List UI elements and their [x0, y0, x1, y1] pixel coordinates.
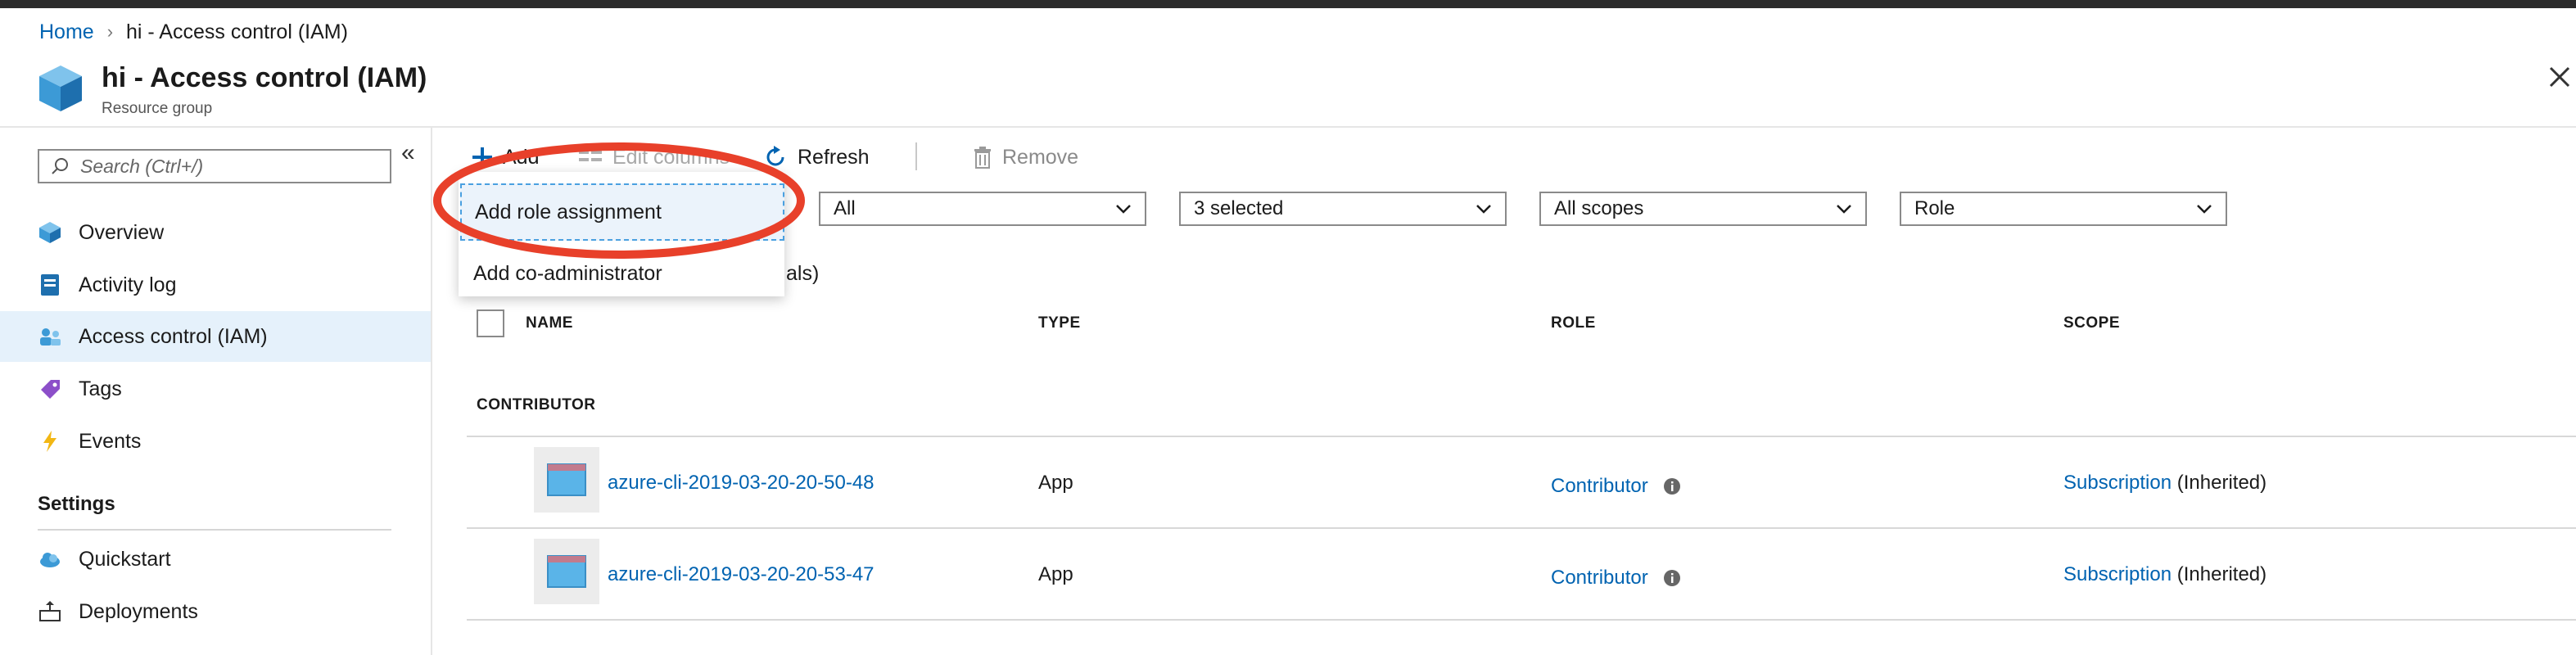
resource-group-icon [39, 66, 82, 111]
cloud-icon [38, 547, 62, 571]
search-input[interactable] [79, 154, 377, 178]
search-icon [52, 158, 68, 174]
info-icon[interactable] [1663, 569, 1681, 587]
sidebar-item-label: Events [79, 429, 142, 453]
row-divider [467, 436, 2576, 437]
scope-suffix: (Inherited) [2172, 472, 2267, 494]
chevron-down-icon [1837, 205, 1851, 214]
row-scope-cell: Subscription (Inherited) [2063, 472, 2266, 495]
chevron-down-icon [2197, 205, 2212, 214]
sidebar-item-label: Overview [79, 220, 165, 244]
remove-button[interactable]: Remove [973, 141, 1078, 174]
trash-icon [974, 147, 991, 169]
refresh-label: Refresh [798, 145, 870, 169]
scope-suffix: (Inherited) [2172, 563, 2267, 585]
filter-type-dropdown[interactable]: All [819, 192, 1146, 226]
row-name-link[interactable]: azure-cli-2019-03-20-20-50-48 [608, 472, 874, 495]
sidebar-item-label: Deployments [79, 599, 198, 623]
highlight-ellipse [433, 142, 805, 259]
filter-assignments-dropdown[interactable]: 3 selected [1179, 192, 1507, 226]
breadcrumb-home-link[interactable]: Home [39, 20, 94, 44]
breadcrumb-current: hi - Access control (IAM) [126, 20, 348, 43]
tag-icon [38, 377, 62, 401]
dropdown-value: All scopes [1554, 197, 1644, 219]
deployments-icon [38, 599, 62, 624]
filter-group-by-dropdown[interactable]: Role [1900, 192, 2227, 226]
row-type: App [1038, 472, 1073, 494]
sidebar-item-activity-log[interactable]: Activity log [0, 260, 431, 310]
settings-heading: Settings [38, 493, 115, 515]
breadcrumb: Home › hi - Access control (IAM) [39, 18, 348, 46]
chevron-down-icon [1116, 205, 1131, 214]
select-all-checkbox[interactable] [477, 309, 504, 337]
dropdown-value: 3 selected [1194, 197, 1284, 219]
sidebar-item-tags[interactable]: Tags [0, 364, 431, 414]
sidebar-item-overview[interactable]: Overview [0, 207, 431, 258]
group-heading: CONTRIBUTOR [477, 396, 596, 413]
app-icon [534, 447, 599, 513]
sidebar-item-quickstart[interactable]: Quickstart [0, 534, 431, 585]
row-role-link[interactable]: Contributor [1551, 475, 1648, 498]
info-icon[interactable] [1663, 477, 1681, 495]
row-role-link[interactable]: Contributor [1551, 567, 1648, 590]
remove-label: Remove [1002, 145, 1079, 169]
page-subtitle: Resource group [102, 100, 213, 117]
column-header-type[interactable]: TYPE [1038, 314, 1081, 332]
dropdown-value: Role [1914, 197, 1955, 219]
overview-icon [38, 220, 62, 245]
sidebar-item-events[interactable]: Events [0, 416, 431, 467]
breadcrumb-separator: › [106, 21, 114, 42]
row-divider [467, 527, 2576, 529]
row-role-cell: Contributor [1551, 475, 1681, 498]
iam-icon [38, 324, 62, 349]
column-header-role[interactable]: ROLE [1551, 314, 1596, 332]
scope-link[interactable]: Subscription [2063, 472, 2172, 494]
row-type: App [1038, 563, 1073, 585]
column-header-scope[interactable]: SCOPE [2063, 314, 2120, 332]
top-bar [0, 0, 2576, 8]
sidebar-item-deployments[interactable]: Deployments [0, 586, 431, 637]
row-scope-cell: Subscription (Inherited) [2063, 563, 2266, 586]
scope-link[interactable]: Subscription [2063, 563, 2172, 585]
sidebar-item-label: Tags [79, 377, 122, 400]
toolbar-divider [915, 142, 917, 170]
row-role-cell: Contributor [1551, 567, 1681, 590]
sidebar-item-label: Quickstart [79, 547, 171, 571]
activity-log-icon [38, 273, 62, 297]
sidebar-item-access-control[interactable]: Access control (IAM) [0, 311, 431, 362]
page-title: hi - Access control (IAM) [102, 62, 427, 93]
results-count-text: als) [786, 262, 820, 285]
close-icon[interactable] [2548, 66, 2571, 88]
chevron-down-icon [1476, 205, 1491, 214]
filter-scope-dropdown[interactable]: All scopes [1539, 192, 1867, 226]
header-divider [0, 126, 2576, 128]
collapse-sidebar-icon[interactable]: « [401, 139, 415, 167]
row-divider [467, 619, 2576, 621]
column-header-name[interactable]: NAME [526, 314, 573, 332]
sidebar-item-label: Access control (IAM) [79, 324, 268, 348]
sidebar-item-label: Activity log [79, 273, 177, 296]
dropdown-value: All [834, 197, 856, 219]
row-name-link[interactable]: azure-cli-2019-03-20-20-53-47 [608, 563, 874, 586]
settings-divider [38, 529, 391, 531]
app-icon [534, 539, 599, 604]
lightning-icon [38, 429, 62, 454]
search-box[interactable] [38, 149, 391, 183]
